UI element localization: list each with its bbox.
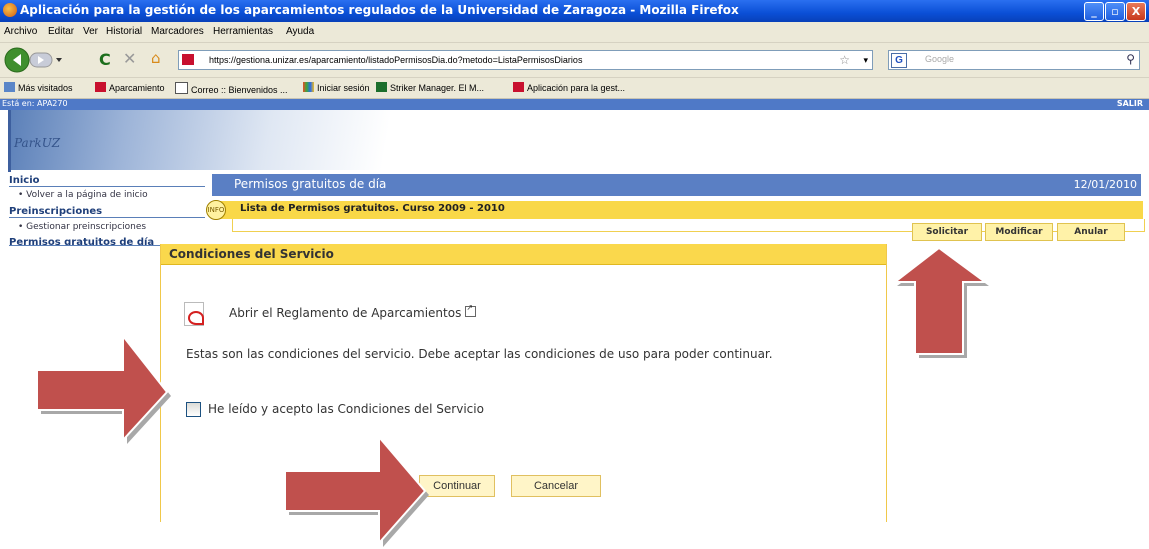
bookmark-label: Correo :: Bienvenidos ... — [191, 85, 288, 95]
reglamento-link[interactable]: Abrir el Reglamento de Aparcamientos — [229, 303, 477, 320]
bookmark-striker-manager[interactable]: Striker Manager. El M... — [376, 82, 484, 93]
user-bar: Está en: APA270 SALIR — [0, 99, 1149, 110]
conditions-text: Estas son las condiciones del servicio. … — [186, 347, 773, 361]
list-header: Lista de Permisos gratuitos. Curso 2009 … — [218, 201, 1143, 219]
bookmarks-bar: Más visitados Aparcamiento Correo :: Bie… — [0, 78, 1149, 99]
sidebar-item-volver[interactable]: • Volver a la página de inicio — [18, 190, 148, 200]
mail-icon — [175, 82, 188, 94]
site-favicon-icon — [182, 54, 194, 65]
sidebar-item-gestionar[interactable]: • Gestionar preinscripciones — [18, 222, 146, 232]
menu-archivo[interactable]: Archivo — [4, 26, 37, 37]
sidebar-section-preinscripciones: Preinscripciones — [9, 206, 205, 218]
bookmark-aplicacion[interactable]: Aplicación para la gest... — [513, 82, 625, 93]
dialog-header: Condiciones del Servicio — [161, 244, 886, 265]
maximize-button[interactable]: ▫ — [1105, 2, 1125, 21]
menu-herramientas[interactable]: Herramientas — [213, 26, 273, 37]
modificar-button[interactable]: Modificar — [985, 223, 1053, 241]
search-engine-icon[interactable]: G — [891, 53, 907, 68]
logout-link[interactable]: SALIR — [1117, 99, 1143, 108]
url-text: https://gestiona.unizar.es/aparcamiento/… — [209, 55, 583, 65]
app-banner: ParkUZ — [0, 110, 1149, 172]
bookmark-label: Iniciar sesión — [317, 83, 370, 93]
accept-checkbox[interactable] — [186, 402, 201, 417]
firefox-icon — [3, 3, 17, 17]
page-title: Permisos gratuitos de día — [234, 177, 387, 191]
bookmark-iniciar-sesion[interactable]: Iniciar sesión — [303, 82, 370, 93]
arrow-right-annotation-continue — [284, 434, 429, 547]
bookmark-label: Más visitados — [18, 83, 73, 93]
bookmark-label: Aparcamiento — [109, 83, 165, 93]
bookmark-aparcamiento[interactable]: Aparcamiento — [95, 82, 165, 93]
close-button[interactable]: X — [1126, 2, 1146, 21]
banner-artwork — [8, 110, 478, 170]
external-link-icon — [465, 303, 477, 317]
stop-icon[interactable]: ✕ — [123, 49, 136, 68]
windows-live-icon — [303, 82, 314, 92]
url-bar[interactable]: https://gestiona.unizar.es/aparcamiento/… — [178, 50, 873, 70]
bookmark-label: Aplicación para la gest... — [527, 83, 626, 93]
menu-ayuda[interactable]: Ayuda — [286, 26, 314, 37]
current-date: 12/01/2010 — [1073, 178, 1137, 191]
list-title: Lista de Permisos gratuitos. Curso 2009 … — [240, 203, 505, 214]
reglamento-link-text: Abrir el Reglamento de Aparcamientos — [229, 306, 462, 320]
conditions-dialog: Condiciones del Servicio Abrir el Reglam… — [160, 244, 887, 522]
minimize-button[interactable]: _ — [1084, 2, 1104, 21]
cancelar-button[interactable]: Cancelar — [511, 475, 601, 497]
banner-divider — [8, 110, 11, 172]
unizar-icon — [513, 82, 524, 92]
arrow-up-annotation — [892, 246, 989, 358]
menu-bar: Archivo Editar Ver Historial Marcadores … — [0, 22, 1149, 43]
menu-historial[interactable]: Historial — [106, 26, 142, 37]
search-icon[interactable]: ⚲ — [1126, 52, 1135, 66]
accept-checkbox-label[interactable]: He leído y acepto las Condiciones del Se… — [208, 402, 484, 416]
unizar-icon — [95, 82, 106, 92]
navigation-toolbar: C ✕ ⌂ https://gestiona.unizar.es/aparcam… — [0, 43, 1149, 78]
bookmark-label: Striker Manager. El M... — [390, 83, 485, 93]
bookmark-mas-visitados[interactable]: Más visitados — [4, 82, 73, 93]
menu-editar[interactable]: Editar — [48, 26, 74, 37]
user-info: Está en: APA270 — [2, 99, 68, 108]
anular-button[interactable]: Anular — [1057, 223, 1125, 241]
info-icon: INFO — [206, 200, 226, 220]
app-logo: ParkUZ — [14, 136, 61, 150]
sidebar-item-label: Volver a la página de inicio — [26, 190, 148, 200]
folder-icon — [4, 82, 15, 92]
window-title: Aplicación para la gestión de los aparca… — [20, 3, 739, 17]
pdf-icon[interactable] — [184, 302, 204, 326]
sidebar-section-inicio: Inicio — [9, 175, 205, 187]
url-dropdown-icon[interactable]: ▾ — [863, 51, 868, 69]
bookmark-star-icon[interactable]: ☆ — [839, 51, 850, 69]
back-forward-buttons[interactable] — [4, 47, 64, 73]
search-input[interactable]: G Google ⚲ — [888, 50, 1140, 70]
sidebar-item-label: Gestionar preinscripciones — [26, 222, 147, 232]
striker-icon — [376, 82, 387, 92]
menu-ver[interactable]: Ver — [83, 26, 98, 37]
bookmark-correo[interactable]: Correo :: Bienvenidos ... — [175, 82, 288, 95]
solicitar-button[interactable]: Solicitar — [912, 223, 982, 241]
home-icon[interactable]: ⌂ — [151, 49, 161, 67]
search-placeholder: Google — [925, 54, 955, 64]
menu-marcadores[interactable]: Marcadores — [151, 26, 204, 37]
arrow-right-annotation-checkbox — [36, 333, 171, 444]
window-titlebar: Aplicación para la gestión de los aparca… — [0, 0, 1149, 22]
section-header: Permisos gratuitos de día 12/01/2010 — [212, 174, 1141, 196]
dialog-title: Condiciones del Servicio — [169, 247, 334, 261]
reload-icon[interactable]: C — [99, 50, 111, 69]
